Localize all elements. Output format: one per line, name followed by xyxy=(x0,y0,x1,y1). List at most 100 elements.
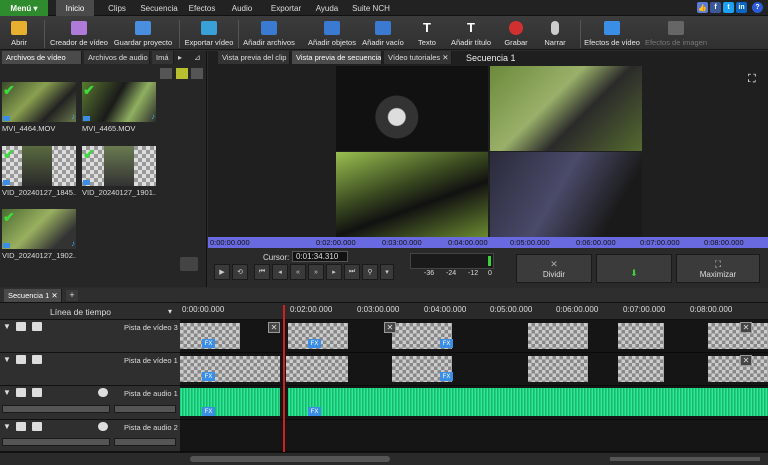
scrollbar-thumb[interactable] xyxy=(190,456,390,462)
main-menu-button[interactable]: Menú ▾ xyxy=(0,0,48,16)
track-lane-video-3[interactable]: FX FX FX ✕ ✕ ✕ xyxy=(180,320,768,353)
chevron-down-icon[interactable]: ▾ xyxy=(168,307,172,316)
fullscreen-icon[interactable]: ⛶ xyxy=(748,73,756,86)
list-item[interactable]: ✔ VID_20240127_1901... xyxy=(82,146,156,197)
linkedin-icon[interactable]: in xyxy=(736,2,747,13)
skip-end-icon[interactable]: ⏭ xyxy=(344,264,360,280)
effects-icon[interactable] xyxy=(32,388,42,397)
video-effects-button[interactable]: Efectos de vídeo xyxy=(584,16,640,50)
list-view-icon[interactable] xyxy=(191,68,203,79)
preview-time-ruler[interactable]: 0:00:00.000 0:02:00.000 0:03:00.000 0:04… xyxy=(208,237,768,248)
skip-start-icon[interactable]: ⏮ xyxy=(254,264,270,280)
prev-icon[interactable]: « xyxy=(290,264,306,280)
eye-icon[interactable] xyxy=(16,355,26,364)
camera-icon[interactable] xyxy=(180,257,198,271)
playhead[interactable] xyxy=(283,305,285,465)
list-item[interactable]: ✔ ♪ VID_20240127_1902... xyxy=(2,209,76,260)
timeline-ruler[interactable]: 0:00:00.000 0:02:00.000 0:03:00.000 0:04… xyxy=(180,303,768,320)
transition-icon[interactable]: ✕ xyxy=(384,322,396,333)
twitter-icon[interactable]: t xyxy=(723,2,734,13)
close-icon[interactable]: ✕ xyxy=(51,291,57,300)
eye-icon[interactable] xyxy=(16,322,26,331)
prev-frame-icon[interactable]: ◂ xyxy=(272,264,288,280)
video-maker-button[interactable]: Creador de vídeo xyxy=(50,16,108,50)
tab-ayuda[interactable]: Ayuda xyxy=(312,0,342,16)
play-icon[interactable]: ▶ xyxy=(214,264,230,280)
video-icon xyxy=(83,180,90,185)
chevron-right-icon[interactable]: ▸ xyxy=(178,53,182,62)
pin-icon[interactable]: ⊿ xyxy=(194,53,201,62)
zoom-slider[interactable] xyxy=(610,457,760,461)
add-sequence-button[interactable]: + xyxy=(66,290,78,301)
tab-inicio[interactable]: Inicio xyxy=(56,0,94,16)
transition-icon[interactable]: ✕ xyxy=(268,322,280,333)
tab-sequence-preview[interactable]: Vista previa de secuencia xyxy=(292,51,382,64)
timeline-scrollbar[interactable] xyxy=(0,452,768,465)
collapse-icon[interactable]: ▼ xyxy=(3,422,11,431)
tab-video-files[interactable]: Archivos de vídeo xyxy=(2,51,82,64)
collapse-icon[interactable]: ▼ xyxy=(3,355,11,364)
transition-icon[interactable]: ✕ xyxy=(740,322,752,333)
tab-clips[interactable]: Clips xyxy=(100,0,134,16)
speed-icon[interactable]: ⚲ xyxy=(362,264,378,280)
speed-dropdown[interactable]: ▾ xyxy=(380,264,394,280)
thumbnail-view-icon[interactable] xyxy=(176,68,188,79)
maximize-button[interactable]: ⛶ Maximizar xyxy=(676,254,760,283)
motion-icon[interactable] xyxy=(32,355,42,364)
pan-slider[interactable] xyxy=(114,405,176,413)
tab-efectos[interactable]: Efectos xyxy=(184,0,220,16)
add-title-button[interactable]: T Añadir título xyxy=(448,16,494,50)
search-icon[interactable] xyxy=(98,422,108,431)
tab-sequence-1[interactable]: Secuencia 1 ✕ xyxy=(4,289,62,302)
transition-icon[interactable]: ✕ xyxy=(740,355,752,366)
pan-slider[interactable] xyxy=(114,438,176,446)
collapse-icon[interactable]: ▼ xyxy=(3,388,11,397)
tab-video-tutorials[interactable]: Vídeo tutoriales ✕ xyxy=(384,51,452,64)
tab-audio[interactable]: Audio xyxy=(226,0,258,16)
speaker-icon[interactable] xyxy=(16,422,26,431)
tab-images[interactable]: Imá xyxy=(152,51,174,64)
save-project-button[interactable]: Guardar proyecto xyxy=(112,16,174,50)
tab-secuencia[interactable]: Secuencia xyxy=(138,0,180,16)
narrate-button[interactable]: Narrar xyxy=(542,16,568,50)
motion-icon[interactable] xyxy=(32,322,42,331)
snapshot-button[interactable]: ⬇ xyxy=(596,254,672,283)
image-effects-button[interactable]: Efectos de imagen xyxy=(644,16,708,50)
list-item[interactable]: ✔ VID_20240127_1845... xyxy=(2,146,76,197)
speaker-icon[interactable] xyxy=(16,388,26,397)
text-icon: T xyxy=(423,20,431,35)
video-icon xyxy=(83,116,90,121)
record-button[interactable]: Grabar xyxy=(502,16,530,50)
volume-slider[interactable] xyxy=(2,438,110,446)
next-icon[interactable]: » xyxy=(308,264,324,280)
next-frame-icon[interactable]: ▸ xyxy=(326,264,342,280)
add-blank-button[interactable]: Añadir vacío xyxy=(361,16,405,50)
thumbs-up-icon[interactable]: 👍 xyxy=(697,2,708,13)
tab-exportar[interactable]: Exportar xyxy=(264,0,308,16)
collapse-icon[interactable]: ▼ xyxy=(3,322,11,331)
add-files-button[interactable]: Añadir archivos xyxy=(242,16,296,50)
loop-icon[interactable]: ⟲ xyxy=(232,264,248,280)
track-lane-audio-1[interactable]: FX FX xyxy=(180,386,768,420)
export-video-button[interactable]: Exportar vídeo xyxy=(184,16,234,50)
track-lane-audio-2[interactable] xyxy=(180,420,768,452)
cursor-time-field[interactable]: 0:01:34.310 xyxy=(292,251,348,262)
facebook-icon[interactable]: f xyxy=(710,2,721,13)
open-button[interactable]: Abrir xyxy=(4,16,34,50)
help-icon[interactable]: ? xyxy=(752,2,763,13)
volume-slider[interactable] xyxy=(2,405,110,413)
tab-clip-preview[interactable]: Vista previa del clip xyxy=(218,51,290,64)
track-lane-video-1[interactable]: FX FX ✕ xyxy=(180,353,768,386)
tab-suite-nch[interactable]: Suite NCH xyxy=(348,0,394,16)
split-button[interactable]: ✕ Dividir xyxy=(516,254,592,283)
search-icon[interactable] xyxy=(98,388,108,397)
effects-icon[interactable] xyxy=(32,422,42,431)
close-icon[interactable]: ✕ xyxy=(442,53,448,62)
delete-icon[interactable] xyxy=(160,68,172,79)
sequence-tabs: Secuencia 1 ✕ + xyxy=(0,288,768,303)
text-button[interactable]: T Texto xyxy=(414,16,440,50)
add-objects-button[interactable]: Añadir objetos xyxy=(306,16,358,50)
tab-audio-files[interactable]: Archivos de audio xyxy=(84,51,150,64)
list-item[interactable]: ✔ ♪ MVI_4464.MOV xyxy=(2,82,76,133)
list-item[interactable]: ✔ ♪ MVI_4465.MOV xyxy=(82,82,156,133)
